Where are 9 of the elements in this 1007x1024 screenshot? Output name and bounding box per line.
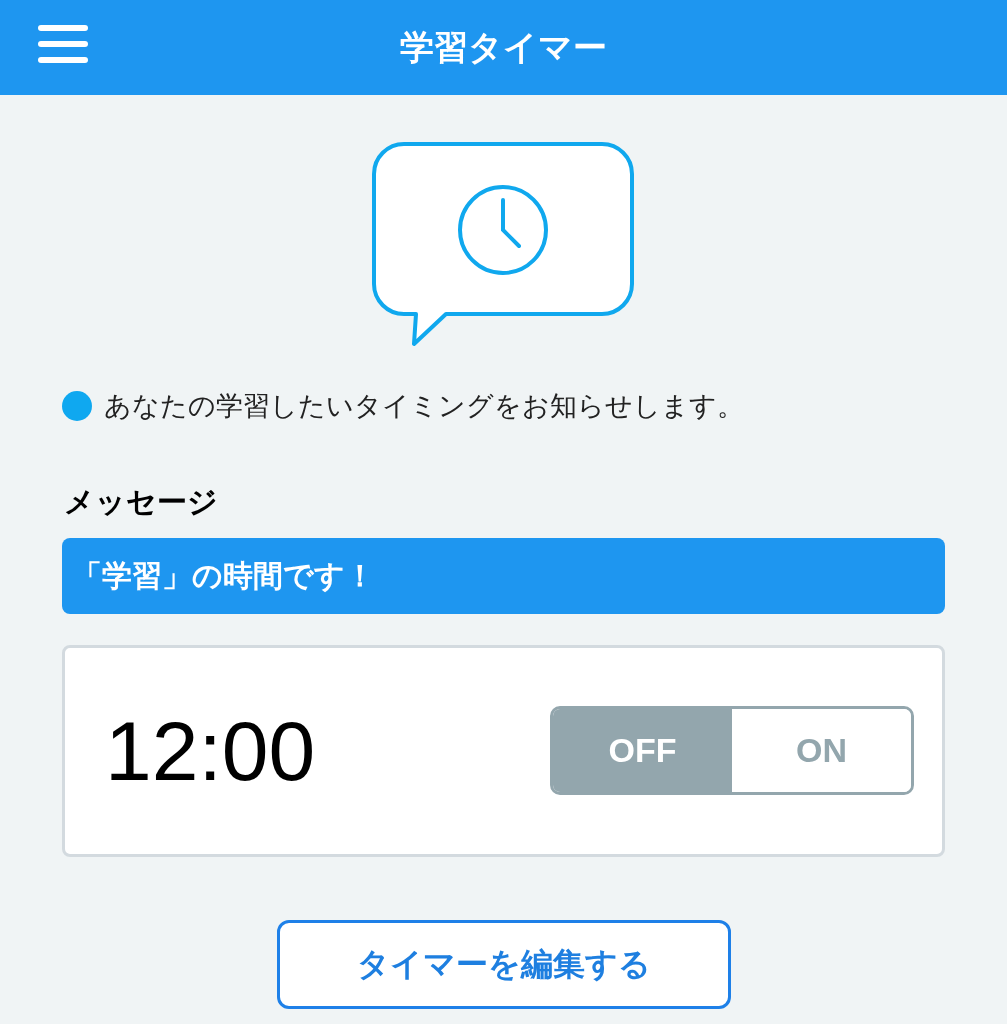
info-text: あなたの学習したいタイミングをお知らせします。	[104, 390, 744, 423]
toggle-option[interactable]: OFF	[553, 709, 732, 792]
edit-timer-button[interactable]: タイマーを編集する	[276, 919, 731, 1009]
menu-button[interactable]	[38, 24, 88, 64]
message-label: メッセージ	[64, 483, 219, 520]
timer-time: 12:00	[105, 702, 316, 800]
speech-bubble-clock-icon	[371, 142, 636, 348]
message-bar: 「学習」の時間です！	[62, 537, 945, 614]
header-title: 学習タイマー	[400, 27, 607, 68]
